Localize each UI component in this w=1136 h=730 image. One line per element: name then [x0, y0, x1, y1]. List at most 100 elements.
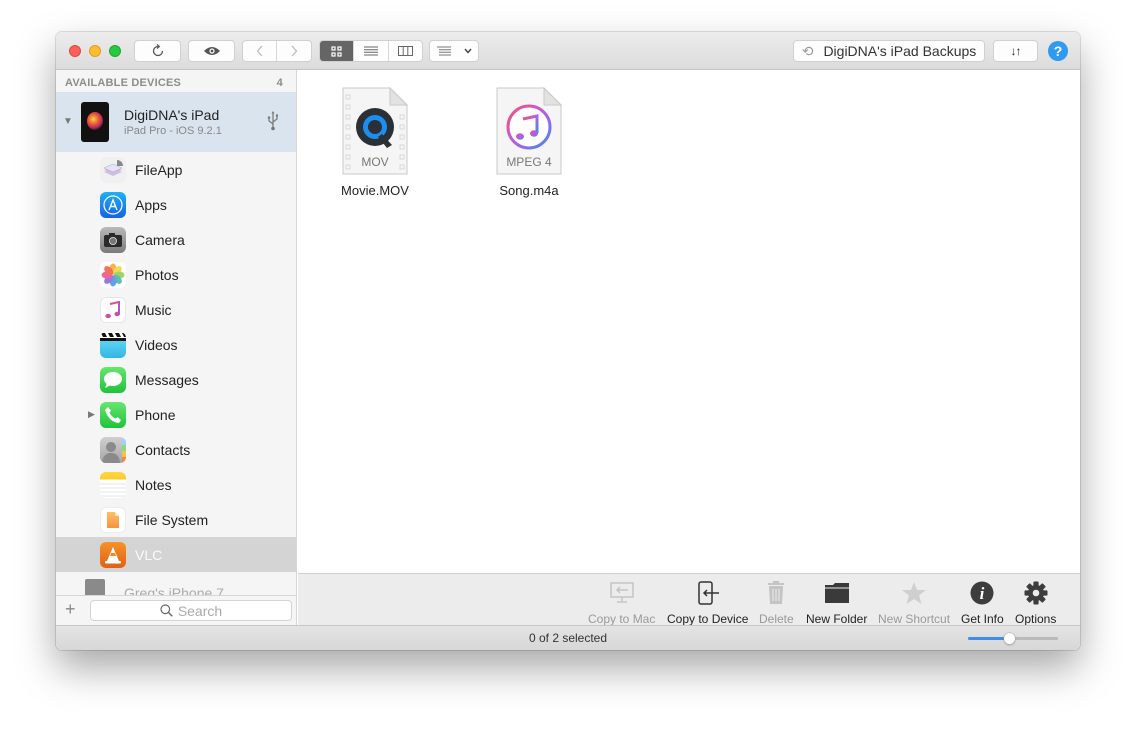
- action-label: Copy to Device: [667, 612, 749, 626]
- refresh-button[interactable]: [134, 40, 181, 62]
- help-button[interactable]: ?: [1048, 41, 1068, 61]
- close-window-button[interactable]: [69, 45, 81, 57]
- list-icon: [363, 46, 378, 56]
- chevron-left-icon: [256, 45, 262, 57]
- backups-label: DigiDNA's iPad Backups: [823, 43, 977, 59]
- minimize-window-button[interactable]: [89, 45, 101, 57]
- sidebar-item-label: Music: [135, 301, 172, 318]
- sidebar-item-photos[interactable]: Photos: [56, 257, 296, 292]
- ipad-device-icon: [81, 102, 109, 142]
- search-placeholder: Search: [177, 602, 223, 619]
- camera-icon: [100, 227, 126, 253]
- sidebar-item-music[interactable]: Music: [56, 292, 296, 327]
- videos-icon: [100, 332, 126, 358]
- action-bar: Copy to Mac Copy to Device Delete New Fo…: [298, 573, 1080, 626]
- list-view-button[interactable]: [354, 41, 389, 61]
- toolbar: ⟲ DigiDNA's iPad Backups ↓↑ ?: [56, 32, 1080, 70]
- icon-size-slider[interactable]: [968, 633, 1058, 644]
- column-view-button[interactable]: [389, 41, 422, 61]
- contacts-icon: [100, 437, 126, 463]
- sidebar-item-fileapp[interactable]: FileApp: [56, 152, 296, 187]
- device-subtitle: iPad Pro - iOS 9.2.1: [124, 125, 222, 137]
- sidebar-footer: + Search: [56, 595, 296, 625]
- eye-icon: [203, 47, 220, 55]
- sidebar-item-vlc[interactable]: VLC: [56, 537, 296, 572]
- folder-icon: [824, 580, 850, 606]
- sidebar-item-messages[interactable]: Messages: [56, 362, 296, 397]
- grid-icon: [331, 45, 342, 57]
- chevron-right-icon: [291, 45, 298, 57]
- sidebar-item-contacts[interactable]: Contacts: [56, 432, 296, 467]
- backups-button[interactable]: ⟲ DigiDNA's iPad Backups: [793, 40, 985, 62]
- options-button[interactable]: Options: [1015, 580, 1056, 626]
- file-type-label: MPEG 4: [506, 155, 552, 169]
- sidebar-item-label: Phone: [135, 406, 176, 423]
- action-label: New Shortcut: [878, 612, 951, 626]
- device-name: DigiDNA's iPad: [124, 107, 220, 123]
- delete-button[interactable]: Delete: [759, 580, 794, 626]
- sidebar-item-apps[interactable]: Apps: [56, 187, 296, 222]
- messages-icon: [100, 367, 126, 393]
- sidebar-item-phone[interactable]: ▶ Phone: [56, 397, 296, 432]
- sidebar-item-label: File System: [135, 511, 209, 528]
- sidebar-item-label: Messages: [135, 371, 199, 388]
- sidebar-item-camera[interactable]: Camera: [56, 222, 296, 257]
- sidebar-item-label: Notes: [135, 476, 172, 493]
- search-input[interactable]: Search: [90, 600, 292, 621]
- get-info-button[interactable]: i Get Info: [961, 580, 1004, 626]
- trash-icon: [767, 580, 785, 606]
- file-item[interactable]: MPEG 4 Song.m4a: [469, 87, 589, 198]
- fileapp-icon: [100, 157, 126, 183]
- sidebar-item-notes[interactable]: Notes: [56, 467, 296, 502]
- view-mode-segment: [319, 40, 423, 62]
- preview-button[interactable]: [188, 40, 235, 62]
- sidebar-item-label: Apps: [135, 196, 167, 213]
- action-label: Delete: [759, 612, 794, 626]
- copy-to-mac-button[interactable]: Copy to Mac: [588, 580, 655, 626]
- help-icon: ?: [1053, 43, 1063, 59]
- app-store-icon: [100, 192, 126, 218]
- icon-view-button[interactable]: [320, 41, 355, 61]
- devices-count: 4: [276, 77, 283, 89]
- vlc-icon: [100, 542, 126, 568]
- arrange-dropdown[interactable]: [429, 40, 479, 62]
- transfer-arrows-icon: ↓↑: [1010, 44, 1022, 58]
- navigation-segment: [242, 40, 312, 62]
- star-icon: [901, 580, 927, 606]
- slider-knob[interactable]: [1003, 633, 1015, 644]
- new-folder-button[interactable]: New Folder: [806, 580, 867, 626]
- new-shortcut-button[interactable]: New Shortcut: [878, 580, 950, 626]
- sidebar-item-file-system[interactable]: File System: [56, 502, 296, 537]
- device-row[interactable]: ▼ DigiDNA's iPad iPad Pro - iOS 9.2.1: [56, 92, 296, 152]
- action-label: Copy to Mac: [588, 612, 656, 626]
- add-button[interactable]: +: [65, 599, 76, 620]
- copy-to-device-button[interactable]: Copy to Device: [667, 580, 748, 626]
- transfer-button[interactable]: ↓↑: [993, 40, 1038, 62]
- slider-fill: [968, 637, 1009, 640]
- sidebar: AVAILABLE DEVICES 4 ▼ DigiDNA's iPad iPa…: [56, 70, 297, 625]
- file-name: Song.m4a: [499, 183, 559, 198]
- sidebar-item-videos[interactable]: Videos: [56, 327, 296, 362]
- devices-header: AVAILABLE DEVICES 4: [65, 77, 283, 89]
- sidebar-item-label: Contacts: [135, 441, 191, 458]
- sidebar-item-label: Videos: [135, 336, 178, 353]
- device-row-secondary[interactable]: Greg's iPhone 7: [56, 575, 296, 601]
- usb-icon: [267, 111, 279, 136]
- notes-icon: [100, 472, 126, 498]
- action-label: New Folder: [806, 612, 868, 626]
- file-system-icon: [100, 507, 126, 533]
- selection-status: 0 of 2 selected: [528, 631, 608, 645]
- refresh-icon: [152, 44, 163, 57]
- disclosure-right-icon[interactable]: ▶: [88, 409, 95, 420]
- copy-to-device-icon: [696, 580, 720, 606]
- zoom-window-button[interactable]: [109, 45, 121, 57]
- action-label: Options: [1015, 612, 1057, 626]
- phone-icon: [100, 402, 126, 428]
- disclosure-down-icon[interactable]: ▼: [63, 116, 73, 127]
- forward-button[interactable]: [277, 41, 311, 61]
- file-item[interactable]: MOV Movie.MOV: [315, 87, 435, 198]
- back-button[interactable]: [243, 41, 278, 61]
- history-icon: ⟲: [801, 42, 814, 59]
- sidebar-item-label: FileApp: [135, 161, 183, 178]
- sidebar-item-label: Camera: [135, 231, 185, 248]
